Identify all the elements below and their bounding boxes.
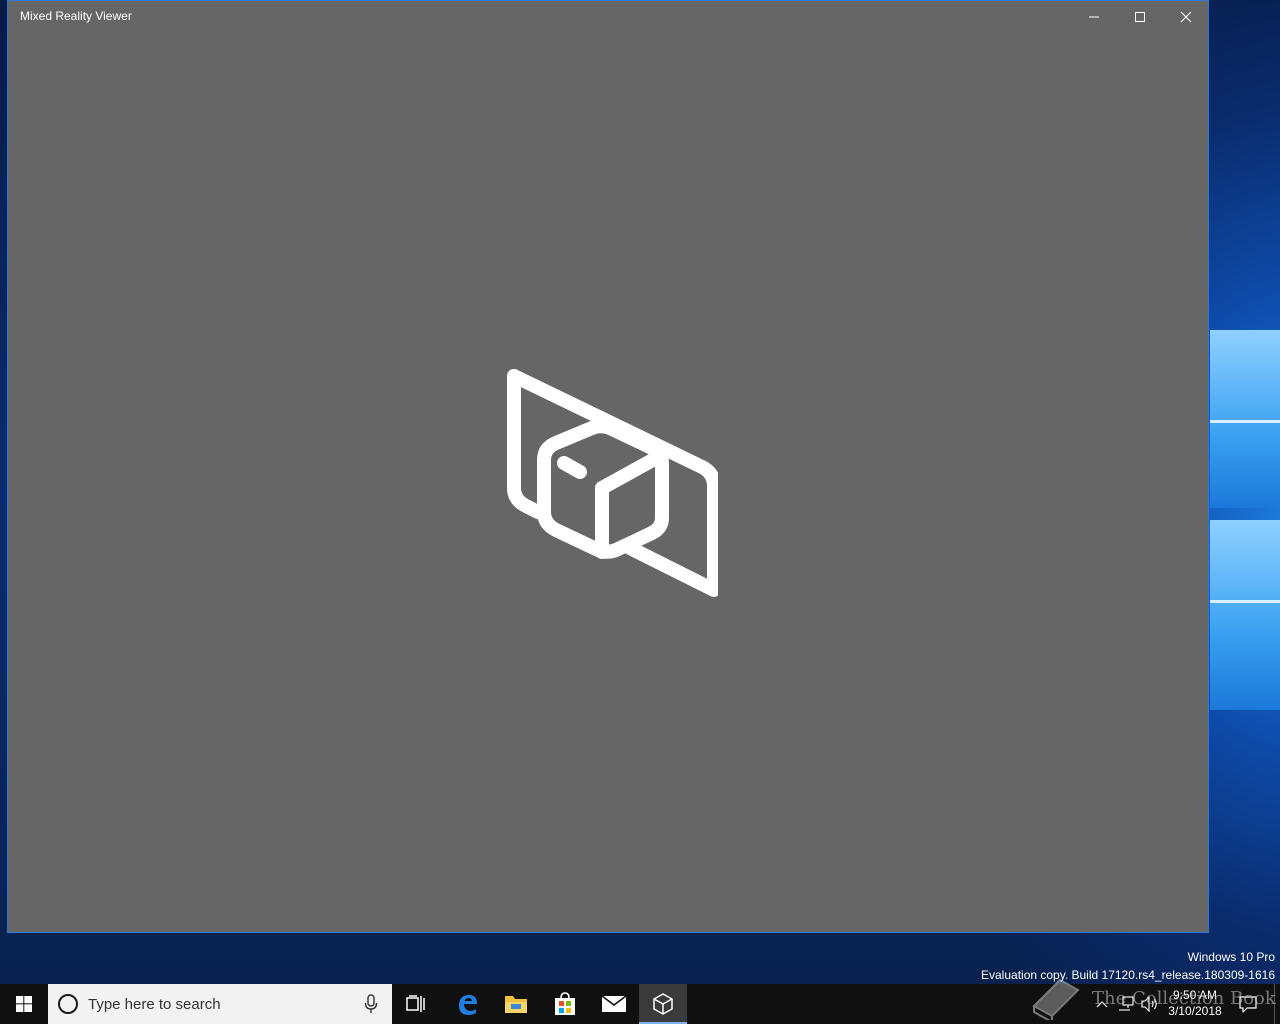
minimize-button[interactable] <box>1071 1 1117 33</box>
task-view-button[interactable] <box>392 984 440 1024</box>
mail-icon <box>601 995 627 1012</box>
search-input[interactable]: Type here to search <box>88 996 221 1013</box>
minimize-icon <box>1089 16 1099 18</box>
edition-watermark: Windows 10 Pro <box>1187 950 1275 964</box>
wallpaper-shine <box>1210 600 1280 603</box>
microphone-icon[interactable] <box>364 994 378 1014</box>
maximize-icon <box>1135 12 1145 22</box>
wallpaper-logo-panel-bottom <box>1210 520 1280 710</box>
close-icon <box>1180 11 1192 23</box>
cortana-icon <box>58 994 78 1014</box>
edge-icon <box>459 995 477 1015</box>
app-window: Mixed Reality Viewer <box>7 0 1209 933</box>
collection-watermark: The Collection Book <box>1030 976 1276 1020</box>
mixed-reality-viewer-logo-icon <box>507 369 718 597</box>
wallpaper-shine <box>1210 420 1280 423</box>
search-box[interactable]: Type here to search <box>48 984 392 1024</box>
start-button[interactable] <box>0 984 48 1024</box>
folder-icon <box>505 996 527 1013</box>
collection-watermark-text: The Collection Book <box>1092 987 1276 1009</box>
maximize-button[interactable] <box>1117 1 1163 33</box>
title-bar[interactable]: Mixed Reality Viewer <box>8 1 1208 33</box>
store-icon <box>555 992 575 1015</box>
store-button[interactable] <box>541 984 589 1024</box>
mail-button[interactable] <box>590 984 638 1024</box>
book-icon <box>1032 978 1080 1020</box>
edge-button[interactable] <box>443 984 491 1024</box>
file-explorer-button[interactable] <box>492 984 540 1024</box>
windows-logo-icon <box>16 996 32 1012</box>
window-title: Mixed Reality Viewer <box>20 9 132 23</box>
cube-icon <box>653 993 673 1015</box>
mixed-reality-viewer-taskbar-button[interactable] <box>639 984 687 1024</box>
close-button[interactable] <box>1163 1 1209 33</box>
task-view-icon <box>406 995 425 1012</box>
wallpaper-logo-panel-top <box>1210 330 1280 508</box>
